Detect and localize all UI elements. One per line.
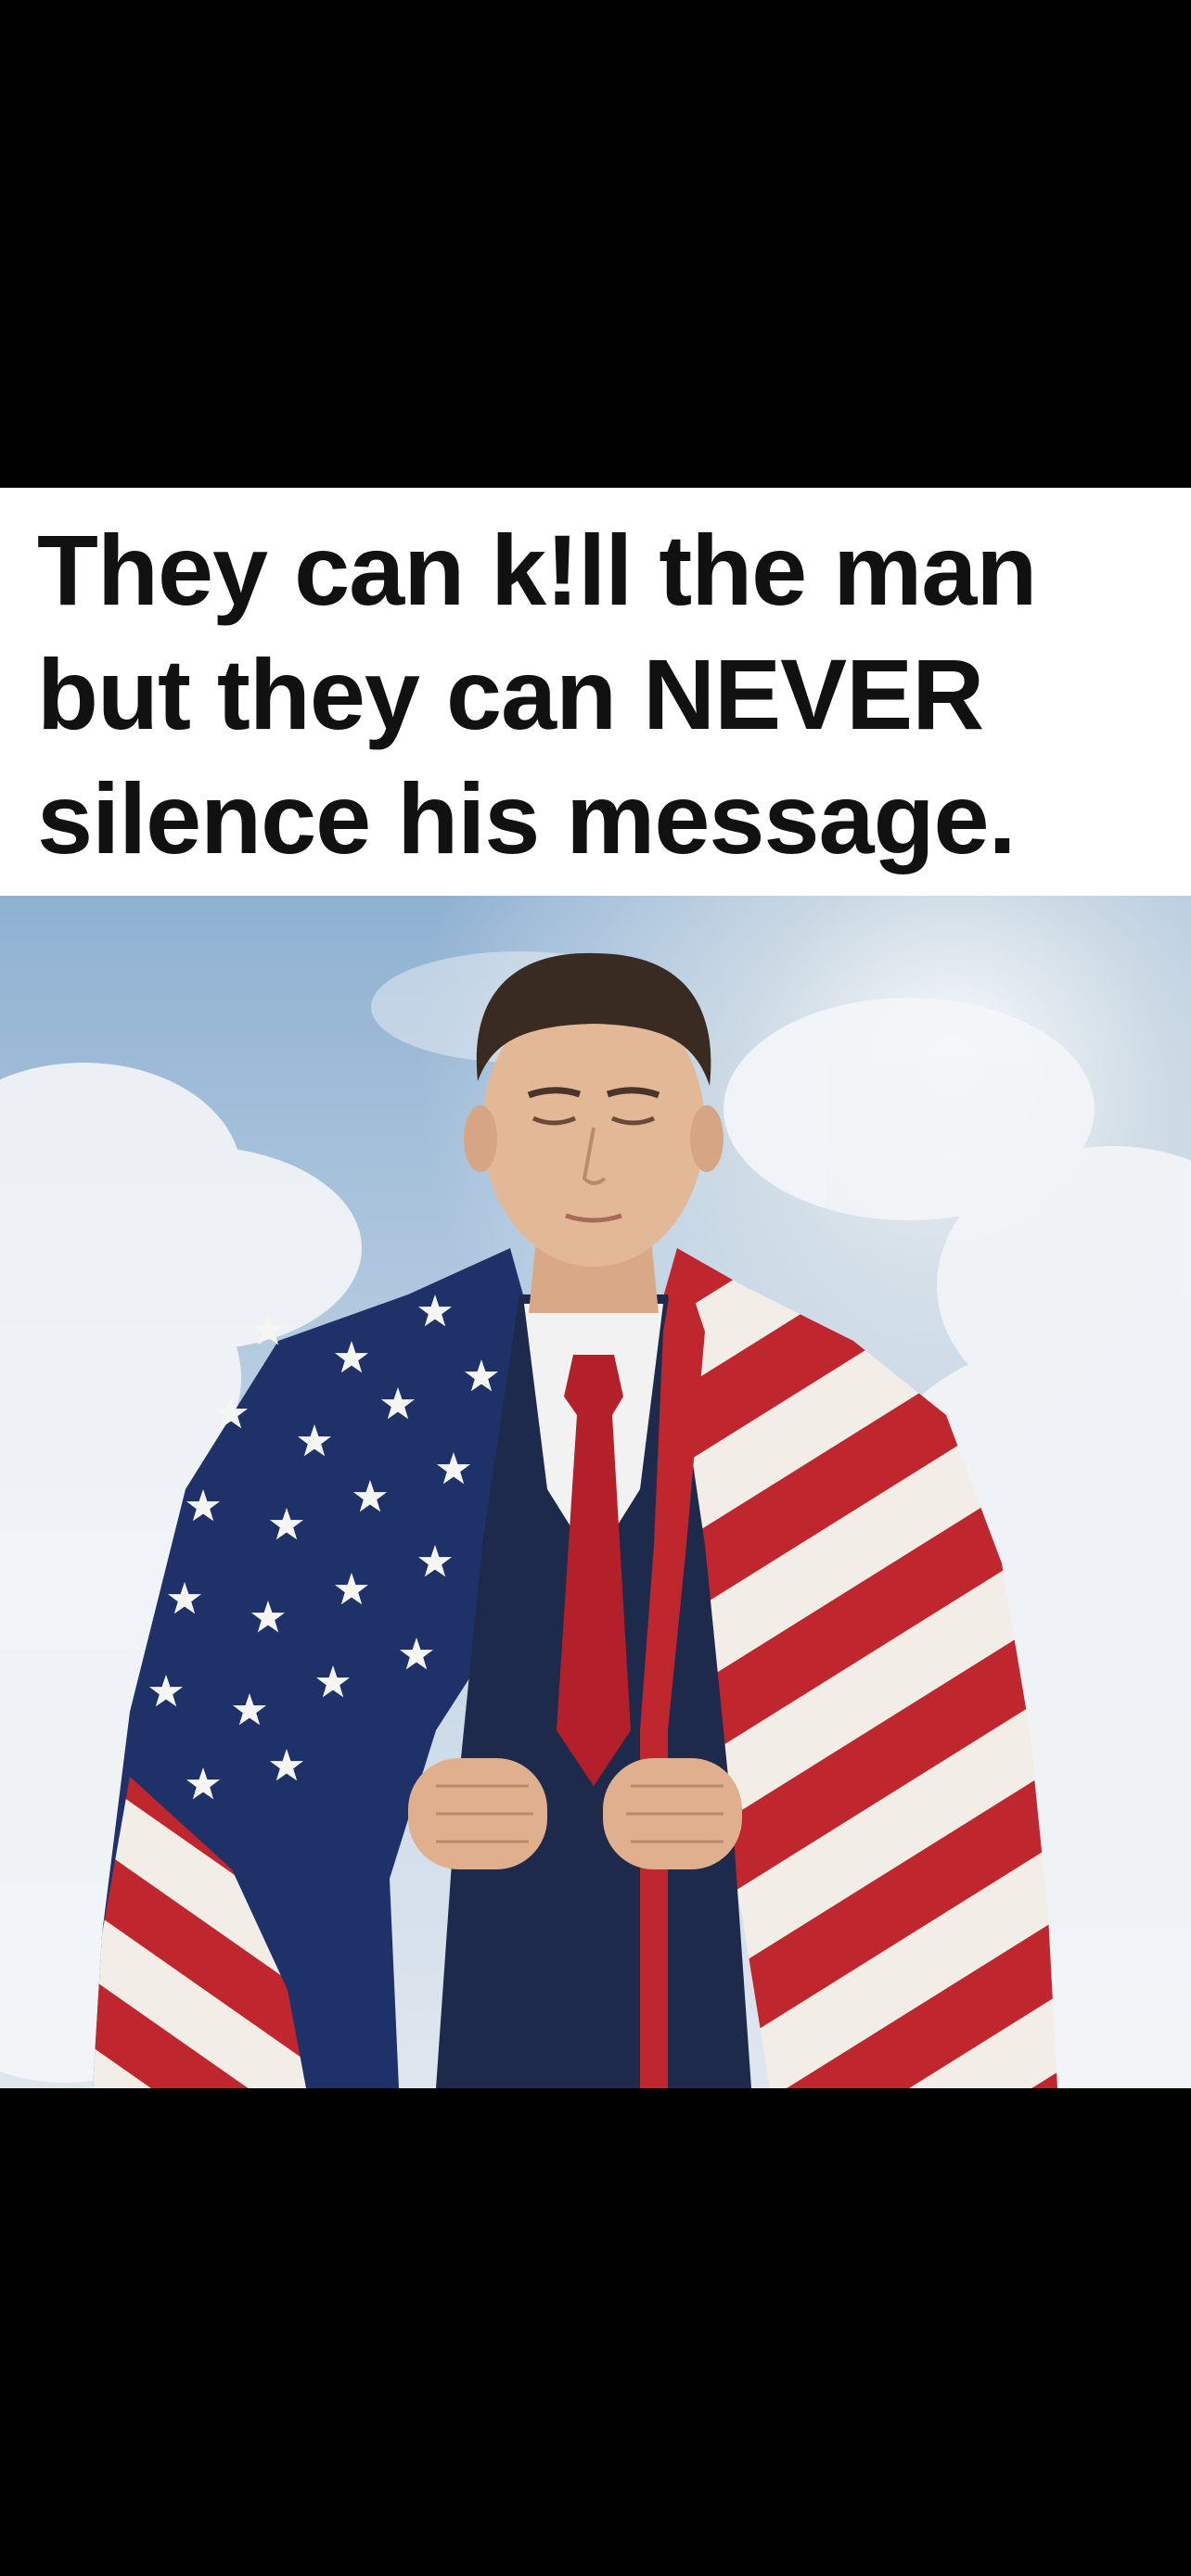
caption-line-3: silence his message. (37, 762, 1017, 874)
photo-illustration (0, 896, 1191, 2088)
top-letterbox (0, 0, 1191, 488)
meme-photo (0, 896, 1191, 2088)
caption-panel: They can k!ll the man but they can NEVER… (0, 488, 1191, 896)
bottom-letterbox (0, 2088, 1191, 2576)
caption-line-2: but they can NEVER (37, 638, 984, 750)
caption-line-1: They can k!ll the man (37, 514, 1037, 626)
